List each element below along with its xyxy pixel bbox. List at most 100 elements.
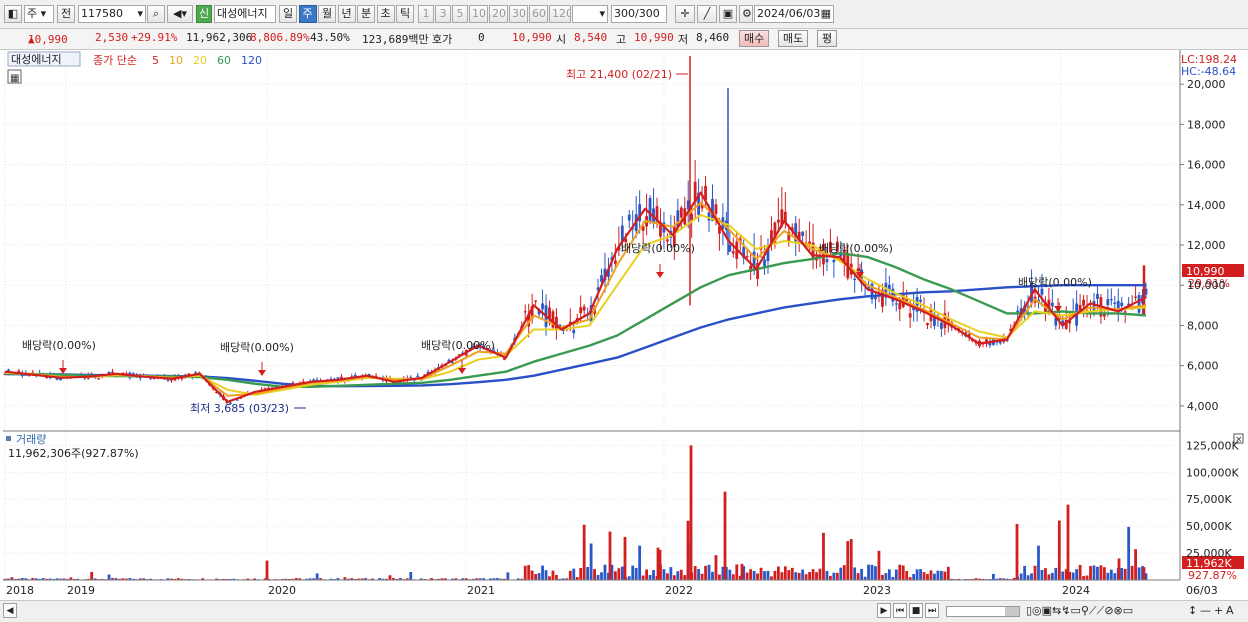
volume-bar — [701, 574, 704, 580]
speaker-icon[interactable]: ◀▾ — [167, 5, 193, 23]
scroll-right-button[interactable]: ▶ — [877, 603, 891, 618]
zoom-slider[interactable] — [946, 606, 1020, 617]
open-value: 8,540 — [574, 31, 607, 44]
candle-body — [801, 232, 804, 236]
vol-tick-label: 50,000K — [1186, 520, 1232, 533]
volume-bar — [1100, 565, 1103, 580]
candle-body — [926, 323, 929, 325]
interval-dropdown[interactable]: ▾ — [572, 5, 608, 23]
y-tick-label: 10,000 — [1187, 279, 1226, 292]
candle-body — [583, 306, 586, 310]
volume-bar — [669, 567, 672, 580]
period-button-1[interactable]: 주 — [299, 5, 317, 23]
volume-bar — [1030, 573, 1033, 580]
y-tick-label: 4,000 — [1187, 400, 1219, 413]
search-icon[interactable]: ⌕ — [147, 5, 165, 23]
zoom-in-icon[interactable]: ↕ — [1188, 604, 1197, 617]
chevron-down-icon: ▾ — [137, 6, 143, 22]
candle-body — [416, 376, 419, 377]
volume-bar — [617, 568, 620, 580]
x-tick-label: 2019 — [67, 584, 95, 597]
volume-bar — [90, 572, 93, 580]
sell-button[interactable]: 매도 — [778, 30, 808, 47]
volume-bar — [583, 525, 586, 580]
zoom-tools-icon[interactable]: ▯◎▣⇆↯▭⚲⟋⟋⊘⊗▭ — [1026, 604, 1133, 618]
volume-bar — [905, 571, 908, 580]
volume-bar — [572, 569, 575, 580]
volume-bar — [545, 570, 548, 580]
period-button-5[interactable]: 초 — [377, 5, 395, 23]
high-note: 최고 21,400 (02/21) — [566, 68, 672, 81]
period-button-6[interactable]: 틱 — [396, 5, 414, 23]
volume-bar — [1020, 574, 1023, 580]
vol-tick-label: 125,000K — [1186, 439, 1239, 452]
plus-icon[interactable]: + — [1214, 604, 1223, 617]
volume-bar — [919, 569, 922, 580]
candle-body — [728, 245, 731, 252]
stock-chart[interactable]: 최고 21,400 (02/21)최저 3,685 (03/23)배당락(0.0… — [0, 50, 1248, 600]
period-button-0[interactable]: 일 — [279, 5, 297, 23]
volume-bar — [1037, 546, 1040, 580]
volume-bar — [777, 567, 780, 580]
interval-button-10[interactable]: 10 — [469, 5, 488, 23]
interval-button-3[interactable]: 3 — [435, 5, 451, 23]
stock-name-field: 대성에너지 — [214, 5, 276, 23]
font-size-icon[interactable]: A — [1226, 604, 1234, 617]
crosshair-icon[interactable]: ✛ — [675, 5, 695, 23]
scroll-left-button[interactable]: ◀ — [3, 603, 17, 618]
period-button-3[interactable]: 년 — [338, 5, 356, 23]
volume-bar — [1131, 566, 1134, 580]
hc-label: HC:-48.64 — [1181, 65, 1236, 78]
volume-bar — [534, 574, 537, 580]
candle-body — [1124, 311, 1127, 312]
zoom-slider-thumb[interactable] — [1005, 607, 1019, 616]
chart-layout-icon[interactable]: ◧ — [4, 5, 22, 23]
gear-icon[interactable]: ⚙ — [739, 5, 753, 23]
prev-button[interactable]: 전 — [57, 5, 75, 23]
volume-bar — [524, 566, 527, 580]
volume-bar — [1044, 568, 1047, 580]
volume-bar — [638, 546, 641, 580]
high-value: 10,990 — [634, 31, 674, 44]
interval-button-1[interactable]: 1 — [418, 5, 434, 23]
volume-bar — [874, 566, 877, 580]
buy-button[interactable]: 매수 — [739, 30, 769, 47]
first-page-button[interactable]: ⏮ — [893, 603, 907, 618]
volume-bar — [881, 575, 884, 580]
interval-button-60[interactable]: 60 — [529, 5, 548, 23]
zoom-out-icon[interactable]: — — [1200, 604, 1211, 617]
volume-bar — [1110, 570, 1113, 580]
volume-bar — [933, 574, 936, 580]
volume-bar — [645, 569, 648, 580]
volume-spike — [1118, 558, 1121, 580]
volume-bar — [780, 572, 783, 580]
eval-button[interactable]: 평 — [817, 30, 837, 47]
volume-bar — [943, 572, 946, 580]
period-type-select[interactable]: 주 ▾ — [24, 5, 54, 23]
line-tool-icon[interactable]: ╱ — [697, 5, 717, 23]
interval-button-120[interactable]: 120 — [549, 5, 571, 23]
period-button-2[interactable]: 월 — [318, 5, 336, 23]
date-input[interactable]: 2024/06/03▦ — [754, 5, 834, 23]
stock-tag: 대성에너지 — [11, 53, 62, 66]
ma-legend-label: 5 — [152, 54, 159, 67]
bottom-scrollbar[interactable]: ◀ ▶ ⏮ ■ ⏭ ▯◎▣⇆↯▭⚲⟋⟋⊘⊗▭ ↕ — + A — [0, 600, 1248, 622]
volume-bar — [888, 569, 891, 580]
interval-button-30[interactable]: 30 — [509, 5, 528, 23]
stop-button[interactable]: ■ — [909, 603, 923, 618]
volume-bar — [1058, 520, 1061, 580]
candle-body — [898, 303, 901, 309]
interval-button-5[interactable]: 5 — [452, 5, 468, 23]
count-input[interactable]: 300/300 — [611, 5, 667, 23]
volume-spike — [266, 561, 269, 580]
period-button-4[interactable]: 분 — [357, 5, 375, 23]
save-icon[interactable]: ▣ — [719, 5, 737, 23]
volume-bar — [774, 571, 777, 580]
vol-tick-label: 100,000K — [1186, 466, 1239, 479]
interval-button-20[interactable]: 20 — [489, 5, 508, 23]
volume-bar — [1047, 574, 1050, 580]
stock-code-input[interactable]: 117580▾ — [78, 5, 146, 23]
volume-bar — [1096, 567, 1099, 580]
volume-bar — [548, 576, 551, 580]
last-page-button[interactable]: ⏭ — [925, 603, 939, 618]
